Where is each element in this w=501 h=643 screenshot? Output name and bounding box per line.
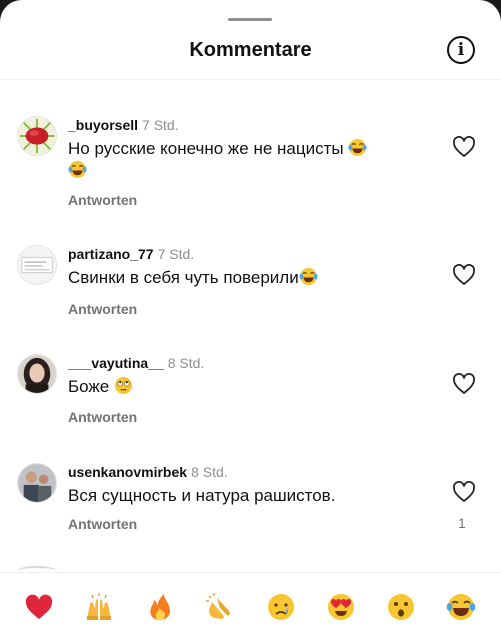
astonished-face-icon[interactable]: [386, 592, 416, 622]
page-title: Kommentare: [189, 39, 312, 61]
comment-body: Свинки в себя чуть поверили: [68, 268, 299, 287]
comment-text: Боже: [68, 376, 388, 398]
username[interactable]: partizano_77: [68, 246, 154, 262]
face-with-rolling-eyes-icon: [114, 376, 133, 395]
comment-meta: partizano_77 7 Std.: [68, 245, 194, 263]
face-with-tears-of-joy-icon: [299, 267, 318, 286]
heart-outline-icon[interactable]: [452, 264, 476, 286]
face-with-tears-of-joy-icon: [68, 160, 87, 179]
face-with-tears-of-joy-icon: [348, 138, 367, 157]
avatar[interactable]: [17, 116, 57, 156]
comment-text: Вся сущность и натура рашистов.: [68, 485, 388, 507]
comments-sheet: Kommentare i _buyorsell 7 Std. Но русские…: [0, 0, 501, 643]
clapping-hands-icon[interactable]: [205, 592, 235, 622]
heart-outline-icon[interactable]: [452, 481, 476, 503]
comment-meta: _buyorsell 7 Std.: [68, 116, 179, 134]
avatar[interactable]: [17, 245, 57, 285]
timestamp: 7 Std.: [157, 246, 195, 262]
like-count: 1: [458, 515, 466, 531]
comment-text: Свинки в себя чуть поверили: [68, 267, 388, 289]
avatar[interactable]: [17, 463, 57, 503]
quick-reaction-bar: [0, 572, 501, 643]
reply-button[interactable]: Antworten: [68, 409, 137, 425]
comment-body: Вся сущность и натура рашистов.: [68, 486, 336, 505]
username[interactable]: _buyorsell: [68, 117, 138, 133]
red-heart-icon[interactable]: [24, 592, 54, 622]
avatar[interactable]: [17, 354, 57, 394]
drag-handle[interactable]: [228, 18, 272, 21]
timestamp: 7 Std.: [142, 117, 179, 133]
reply-button[interactable]: Antworten: [68, 516, 137, 532]
comment-meta: ___vayutina__ 8 Std.: [68, 354, 204, 372]
comment-body: Но русские конечно же не нацисты: [68, 139, 344, 158]
face-with-tears-of-joy-icon[interactable]: [446, 592, 476, 622]
heart-outline-icon[interactable]: [452, 136, 476, 158]
fire-icon[interactable]: [145, 592, 175, 622]
crying-face-icon[interactable]: [266, 592, 296, 622]
raising-hands-icon[interactable]: [84, 592, 114, 622]
timestamp: 8 Std.: [167, 355, 205, 371]
reply-button[interactable]: Antworten: [68, 192, 137, 208]
heart-eyes-icon[interactable]: [326, 592, 356, 622]
timestamp: 8 Std.: [191, 464, 228, 480]
header-divider: [0, 79, 501, 80]
username[interactable]: usenkanovmirbek: [68, 464, 187, 480]
heart-outline-icon[interactable]: [452, 373, 476, 395]
comment-meta: usenkanovmirbek 8 Std.: [68, 463, 228, 481]
comment-text: Но русские конечно же не нацисты: [68, 138, 388, 182]
reply-button[interactable]: Antworten: [68, 301, 137, 317]
username[interactable]: ___vayutina__: [68, 355, 164, 371]
info-icon[interactable]: i: [447, 36, 475, 64]
comment-body: Боже: [68, 377, 110, 396]
